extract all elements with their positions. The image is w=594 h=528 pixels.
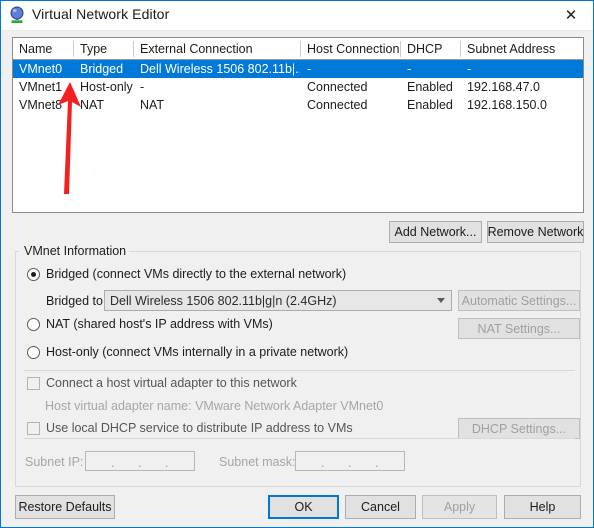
cell-subnet-address: - xyxy=(467,62,472,76)
add-network-button[interactable]: Add Network... xyxy=(389,221,482,243)
cancel-button[interactable]: Cancel xyxy=(345,495,416,519)
group-border-right xyxy=(119,251,581,252)
checkbox-connect-host-adapter-label: Connect a host virtual adapter to this n… xyxy=(46,376,297,390)
column-header-subnet-address[interactable]: Subnet Address xyxy=(461,38,583,59)
restore-defaults-button[interactable]: Restore Defaults xyxy=(15,495,115,519)
radio-host-only-indicator[interactable] xyxy=(27,345,40,359)
cell-name: VMnet0 xyxy=(19,62,63,76)
ip-separator: . xyxy=(321,456,325,470)
host-adapter-name-text: Host virtual adapter name: VMware Networ… xyxy=(45,399,384,413)
subnet-mask-label: Subnet mask: xyxy=(219,455,296,469)
radio-nat[interactable]: NAT (shared host's IP address with VMs) xyxy=(27,317,273,331)
bridged-to-dropdown[interactable]: Dell Wireless 1506 802.11b|g|n (2.4GHz) xyxy=(104,290,452,311)
cell-host-connection: Connected xyxy=(307,98,368,112)
cell-external-connection: - xyxy=(140,80,145,94)
radio-host-only[interactable]: Host-only (connect VMs internally in a p… xyxy=(27,345,348,359)
cell-type: Bridged xyxy=(80,62,124,76)
cell-name: VMnet8 xyxy=(19,98,63,112)
checkbox-connect-host-adapter-box[interactable] xyxy=(27,376,40,390)
radio-bridged[interactable]: Bridged (connect VMs directly to the ext… xyxy=(27,267,346,281)
table-row[interactable]: VMnet0 Bridged Dell Wireless 1506 802.11… xyxy=(13,60,583,78)
help-button[interactable]: Help xyxy=(504,495,581,519)
subnet-mask-input[interactable]: . . . xyxy=(295,451,405,471)
checkbox-local-dhcp[interactable]: Use local DHCP service to distribute IP … xyxy=(27,421,353,435)
remove-network-button[interactable]: Remove Network xyxy=(487,221,584,243)
checkbox-connect-host-adapter[interactable]: Connect a host virtual adapter to this n… xyxy=(27,376,297,390)
close-icon: ✕ xyxy=(564,7,578,24)
cell-subnet-address: 192.168.150.0 xyxy=(467,98,547,112)
checkbox-local-dhcp-box[interactable] xyxy=(27,421,40,435)
radio-nat-label: NAT (shared host's IP address with VMs) xyxy=(46,317,273,331)
radio-nat-indicator[interactable] xyxy=(27,317,40,331)
subnet-ip-input[interactable]: . . . xyxy=(85,451,195,471)
ip-separator: . xyxy=(375,456,379,470)
close-button[interactable]: ✕ xyxy=(549,1,593,30)
divider xyxy=(24,370,575,371)
table-header-row: Name Type External Connection Host Conne… xyxy=(13,38,583,60)
column-header-type[interactable]: Type xyxy=(74,38,133,59)
radio-host-only-label: Host-only (connect VMs internally in a p… xyxy=(46,345,349,359)
table-row[interactable]: VMnet1 Host-only - Connected Enabled 192… xyxy=(13,78,583,96)
dhcp-settings-button[interactable]: DHCP Settings... xyxy=(458,418,580,439)
bridged-to-value: Dell Wireless 1506 802.11b|g|n (2.4GHz) xyxy=(110,293,337,308)
subnet-ip-label: Subnet IP: xyxy=(25,455,84,469)
automatic-settings-button[interactable]: Automatic Settings... xyxy=(458,290,580,311)
cell-external-connection: NAT xyxy=(140,98,165,112)
cell-dhcp: Enabled xyxy=(407,80,453,94)
radio-bridged-indicator[interactable] xyxy=(27,267,40,281)
nat-settings-button[interactable]: NAT Settings... xyxy=(458,318,580,339)
chevron-down-icon[interactable] xyxy=(437,298,445,303)
cell-subnet-address: 192.168.47.0 xyxy=(467,80,540,94)
cell-external-connection: Dell Wireless 1506 802.11b|... xyxy=(140,62,300,76)
cell-type: NAT xyxy=(80,98,105,112)
cell-type: Host-only xyxy=(80,80,133,94)
column-header-host-connection[interactable]: Host Connection xyxy=(301,38,400,59)
vmware-network-icon xyxy=(8,6,26,24)
window-title: Virtual Network Editor xyxy=(32,6,170,22)
table-row[interactable]: VMnet8 NAT NAT Connected Enabled 192.168… xyxy=(13,96,583,114)
vmnet-information-label: VMnet Information xyxy=(21,244,130,258)
column-header-name[interactable]: Name xyxy=(13,38,73,59)
network-list-table[interactable]: Name Type External Connection Host Conne… xyxy=(12,37,584,213)
bridged-to-label: Bridged to: xyxy=(46,294,107,308)
column-header-external-connection[interactable]: External Connection xyxy=(134,38,300,59)
ok-button[interactable]: OK xyxy=(268,495,339,519)
cell-dhcp: - xyxy=(407,62,412,76)
group-border-left xyxy=(15,251,19,252)
cell-host-connection: - xyxy=(307,62,312,76)
radio-bridged-label: Bridged (connect VMs directly to the ext… xyxy=(46,267,347,281)
title-bar: Virtual Network Editor ✕ xyxy=(1,1,593,31)
cell-dhcp: Enabled xyxy=(407,98,453,112)
apply-button[interactable]: Apply xyxy=(422,495,497,519)
column-header-dhcp[interactable]: DHCP xyxy=(401,38,460,59)
cell-host-connection: Connected xyxy=(307,80,368,94)
divider xyxy=(24,438,575,439)
ip-separator: . xyxy=(165,456,169,470)
ip-separator: . xyxy=(138,456,142,470)
ip-separator: . xyxy=(111,456,115,470)
checkbox-local-dhcp-label: Use local DHCP service to distribute IP … xyxy=(46,421,353,435)
cell-name: VMnet1 xyxy=(19,80,63,94)
ip-separator: . xyxy=(348,456,352,470)
virtual-network-editor-window: Virtual Network Editor ✕ Name Type Exter… xyxy=(0,0,594,528)
